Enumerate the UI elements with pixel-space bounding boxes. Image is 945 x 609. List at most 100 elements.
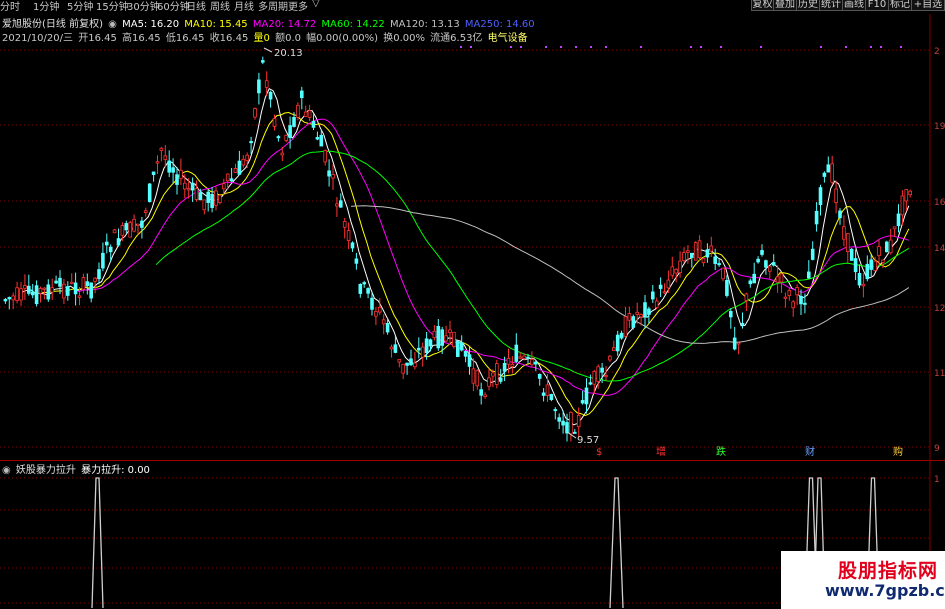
- candle-body: [436, 326, 441, 349]
- tab-multi-period[interactable]: 多周期: [258, 0, 288, 13]
- draw-line-button[interactable]: 画线: [842, 0, 866, 11]
- statistics-button[interactable]: 统计: [819, 0, 843, 11]
- candle-body: [128, 222, 133, 238]
- candle-body: [335, 203, 339, 207]
- candle-body: [479, 389, 483, 396]
- candle-body: [257, 79, 261, 94]
- candle-body: [580, 400, 585, 404]
- signal-dot: [605, 46, 607, 48]
- candle-body: [15, 287, 19, 301]
- tab-1min[interactable]: 1分钟: [33, 0, 59, 13]
- candle-body: [534, 361, 538, 365]
- candle-body: [229, 178, 234, 182]
- candle-body: [807, 271, 811, 279]
- candle-body: [721, 267, 725, 280]
- candle-body: [108, 246, 113, 253]
- candle-body: [498, 377, 503, 382]
- candle-body: [459, 342, 464, 351]
- quote-close: 收16.45: [209, 33, 249, 44]
- candle-body: [34, 285, 39, 305]
- candle-body: [651, 291, 655, 300]
- tab-5min[interactable]: 5分钟: [67, 0, 93, 13]
- settings-gear-icon[interactable]: ◉: [2, 465, 11, 476]
- candle-body: [179, 169, 183, 179]
- candle-body: [748, 280, 753, 285]
- candle-body: [639, 314, 643, 318]
- candle-body: [658, 284, 663, 289]
- marker-finance[interactable]: 财: [805, 445, 815, 458]
- candle-body: [686, 250, 690, 253]
- tab-more[interactable]: 更多: [288, 0, 308, 13]
- candle-body: [865, 263, 870, 280]
- candle-body: [881, 259, 885, 263]
- marker-dollar[interactable]: $: [596, 447, 602, 458]
- history-button[interactable]: 历史: [796, 0, 820, 11]
- top-toolbar: 分时 1分钟 5分钟 15分钟 30分钟 60分钟 日线 周线 月线 多周期 更…: [0, 0, 945, 13]
- candle-body: [740, 323, 745, 326]
- candle-body: [73, 282, 78, 295]
- candle-body: [506, 357, 511, 365]
- tab-15min[interactable]: 15分钟: [96, 0, 129, 13]
- add-watchlist-button[interactable]: +自选: [911, 0, 945, 11]
- marker-fall[interactable]: 跌: [716, 445, 726, 458]
- candle-body: [147, 183, 152, 203]
- candle-body: [514, 344, 519, 362]
- overlay-button[interactable]: 叠加: [773, 0, 797, 11]
- candle-body: [186, 188, 191, 191]
- signal-dot: [560, 46, 562, 48]
- candle-body: [62, 283, 66, 299]
- candle-body: [526, 356, 530, 359]
- signal-dot: [520, 46, 522, 48]
- candle-body: [908, 190, 912, 196]
- candle-body: [393, 344, 398, 353]
- candle-body: [105, 241, 109, 246]
- f10-button[interactable]: F10: [865, 0, 889, 11]
- quote-change: 幅0.00(0.00%): [306, 33, 379, 44]
- tab-weekly[interactable]: 周线: [210, 0, 230, 13]
- chevron-down-icon[interactable]: ▽: [312, 0, 320, 9]
- candle-body: [206, 191, 211, 203]
- candle-body: [670, 266, 675, 276]
- candle-body: [264, 80, 269, 88]
- candle-body: [444, 335, 448, 342]
- candle-body: [873, 260, 877, 271]
- signal-dot: [900, 46, 902, 48]
- sub-axis-label: 1: [934, 475, 940, 485]
- adjust-button[interactable]: 复权: [751, 0, 774, 11]
- candle-body: [26, 285, 31, 294]
- candle-body: [19, 288, 23, 301]
- tab-monthly[interactable]: 月线: [234, 0, 254, 13]
- candle-body: [729, 310, 733, 318]
- candle-body: [413, 362, 417, 368]
- candle-body: [284, 135, 288, 141]
- price-axis: 2 19 16 14 12 11 9: [929, 14, 945, 460]
- candle-body: [530, 359, 534, 366]
- signal-dot: [690, 46, 692, 48]
- main-kline-chart[interactable]: 20.13 9.57 $ 增 跌 财 购 2 19 16 14 12 11 9: [0, 0, 945, 460]
- marker-buyback[interactable]: 购: [893, 445, 903, 458]
- candle-body: [136, 223, 140, 226]
- candle-body: [249, 141, 253, 144]
- candle-body: [838, 210, 842, 219]
- mark-button[interactable]: 标记: [888, 0, 912, 11]
- candle-body: [693, 242, 698, 261]
- quote-turnover: 换0.00%: [383, 33, 425, 44]
- candle-body: [861, 283, 866, 287]
- candle-body: [30, 291, 35, 296]
- tab-30min[interactable]: 30分钟: [127, 0, 160, 13]
- signal-dot: [470, 46, 472, 48]
- tab-60min[interactable]: 60分钟: [157, 0, 190, 13]
- candle-body: [592, 371, 597, 385]
- candle-body: [541, 392, 546, 396]
- candle-body: [608, 355, 612, 361]
- marker-increase[interactable]: 增: [656, 445, 666, 458]
- candle-body: [23, 285, 27, 289]
- candle-body: [494, 363, 499, 385]
- candle-body: [596, 366, 600, 382]
- candle-body: [557, 417, 561, 422]
- tab-daily[interactable]: 日线: [186, 0, 206, 13]
- candle-body: [537, 373, 542, 379]
- tab-intraday[interactable]: 分时: [0, 0, 20, 13]
- candle-body: [409, 358, 413, 366]
- candle-body: [307, 110, 312, 118]
